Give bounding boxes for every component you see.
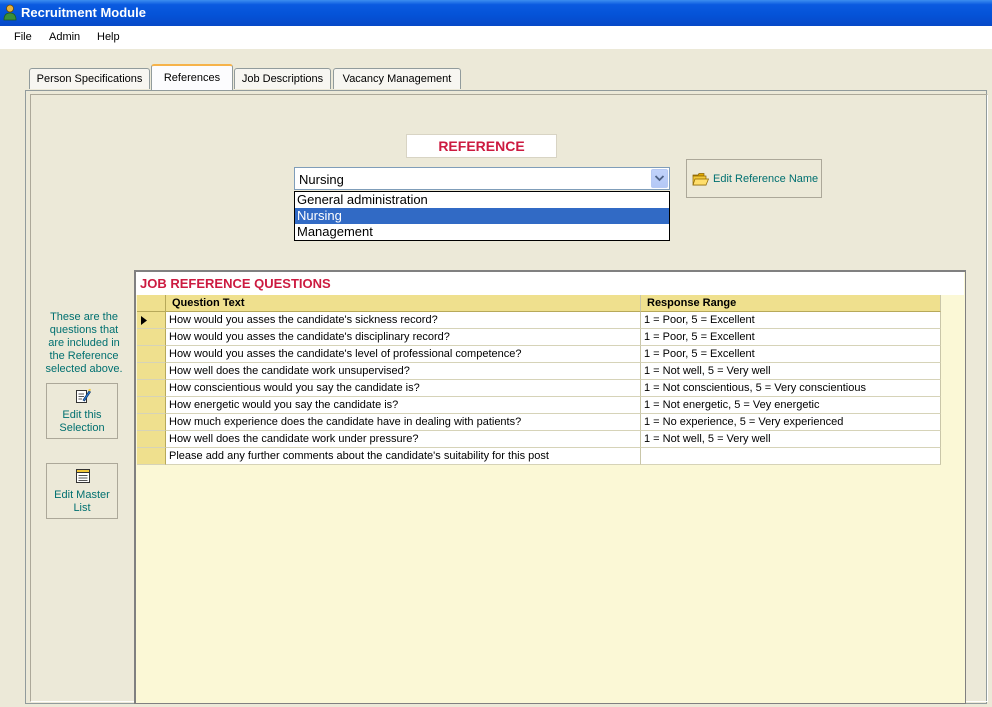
edit-selection-button[interactable]: Edit this Selection (46, 383, 118, 439)
menu-admin[interactable]: Admin (49, 31, 80, 43)
response-range-cell[interactable]: 1 = Poor, 5 = Excellent (641, 346, 941, 363)
table-row[interactable]: How would you asses the candidate's leve… (137, 346, 941, 363)
row-selector[interactable] (137, 431, 166, 448)
table-row[interactable]: Please add any further comments about th… (137, 448, 941, 465)
grid-header-row: Question Text Response Range (137, 295, 941, 312)
reference-option-management[interactable]: Management (295, 224, 669, 240)
table-row[interactable]: How much experience does the candidate h… (137, 414, 941, 431)
menu-file[interactable]: File (14, 31, 32, 43)
edit-selection-label: Edit this Selection (59, 409, 105, 434)
reference-option-nursing[interactable]: Nursing (295, 208, 669, 224)
response-range-cell[interactable]: 1 = Not energetic, 5 = Vey energetic (641, 397, 941, 414)
row-selector[interactable] (137, 397, 166, 414)
menu-help[interactable]: Help (97, 31, 120, 43)
table-row[interactable]: How would you asses the candidate's disc… (137, 329, 941, 346)
row-selector[interactable] (137, 363, 166, 380)
table-row[interactable]: How would you asses the candidate's sick… (137, 312, 941, 329)
question-cell[interactable]: How well does the candidate work under p… (166, 431, 641, 448)
title-bar: Recruitment Module (0, 0, 992, 26)
row-selector[interactable] (137, 346, 166, 363)
row-selector-header (137, 295, 166, 312)
response-range-cell[interactable]: 1 = Not conscientious, 5 = Very conscien… (641, 380, 941, 397)
response-range-cell[interactable]: 1 = No experience, 5 = Very experienced (641, 414, 941, 431)
person-icon (3, 4, 17, 21)
tab-references[interactable]: References (151, 64, 233, 90)
reference-heading: REFERENCE (406, 134, 557, 158)
tab-person-specifications[interactable]: Person Specifications (29, 68, 150, 89)
folder-icon (692, 173, 709, 186)
response-range-cell[interactable]: 1 = Not well, 5 = Very well (641, 431, 941, 448)
window-title: Recruitment Module (21, 5, 146, 20)
question-cell[interactable]: How much experience does the candidate h… (166, 414, 641, 431)
reference-option-general-administration[interactable]: General administration (295, 192, 669, 208)
reference-dropdown-list: General administration Nursing Managemen… (294, 191, 670, 241)
sidebar-info-text: These are the questions that are include… (45, 311, 123, 375)
question-cell[interactable]: How energetic would you say the candidat… (166, 397, 641, 414)
table-row[interactable]: How well does the candidate work under p… (137, 431, 941, 448)
question-cell[interactable]: How well does the candidate work unsuper… (166, 363, 641, 380)
table-row[interactable]: How conscientious would you say the cand… (137, 380, 941, 397)
column-header-response-range[interactable]: Response Range (641, 295, 941, 312)
row-selector[interactable] (137, 312, 166, 329)
edit-document-icon (76, 388, 91, 403)
question-cell[interactable]: Please add any further comments about th… (166, 448, 641, 465)
tab-vacancy-management[interactable]: Vacancy Management (333, 68, 461, 89)
table-row[interactable]: How well does the candidate work unsuper… (137, 363, 941, 380)
edit-master-list-label: Edit Master List (54, 489, 110, 514)
row-selector[interactable] (137, 448, 166, 465)
reference-questions-grid: Question Text Response Range How would y… (137, 295, 941, 465)
reference-combo-value: Nursing (299, 172, 344, 187)
row-selector[interactable] (137, 414, 166, 431)
row-pointer-icon (141, 316, 147, 325)
question-cell[interactable]: How would you asses the candidate's disc… (166, 329, 641, 346)
chevron-down-icon[interactable] (651, 169, 668, 188)
table-row[interactable]: How energetic would you say the candidat… (137, 397, 941, 414)
column-header-question-text[interactable]: Question Text (166, 295, 641, 312)
grid-title: JOB REFERENCE QUESTIONS (136, 272, 964, 295)
question-cell[interactable]: How would you asses the candidate's leve… (166, 346, 641, 363)
row-selector[interactable] (137, 380, 166, 397)
list-document-icon (76, 469, 90, 483)
menu-bar: File Admin Help (0, 26, 992, 49)
response-range-cell[interactable] (641, 448, 941, 465)
question-cell[interactable]: How would you asses the candidate's sick… (166, 312, 641, 329)
reference-combo[interactable]: Nursing (294, 167, 670, 190)
question-cell[interactable]: How conscientious would you say the cand… (166, 380, 641, 397)
edit-reference-name-label: Edit Reference Name (713, 173, 819, 185)
response-range-cell[interactable]: 1 = Poor, 5 = Excellent (641, 329, 941, 346)
edit-reference-name-button[interactable]: Edit Reference Name (686, 159, 822, 198)
edit-master-list-button[interactable]: Edit Master List (46, 463, 118, 519)
row-selector[interactable] (137, 329, 166, 346)
response-range-cell[interactable]: 1 = Not well, 5 = Very well (641, 363, 941, 380)
tab-job-descriptions[interactable]: Job Descriptions (234, 68, 331, 89)
response-range-cell[interactable]: 1 = Poor, 5 = Excellent (641, 312, 941, 329)
